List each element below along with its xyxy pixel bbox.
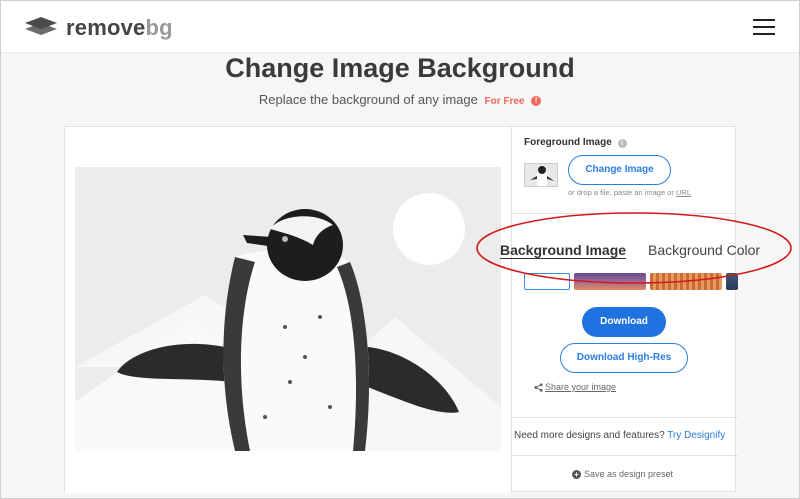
info-icon[interactable]: i (617, 139, 627, 148)
subtitle: Replace the background of any image For … (0, 92, 800, 107)
url-link[interactable]: URL (676, 188, 691, 197)
info-icon[interactable]: ! (531, 96, 542, 106)
share-label: Share your image (545, 382, 617, 392)
divider (512, 455, 738, 456)
top-header: removebg (1, 1, 799, 53)
logo-layers-icon (25, 17, 57, 35)
image-preview (75, 167, 501, 451)
penguin-image (75, 167, 501, 451)
logo-text: removebg (66, 15, 173, 40)
background-swatch[interactable] (574, 273, 646, 290)
download-button[interactable]: Download (582, 307, 666, 337)
tab-background-image[interactable]: Background Image (500, 242, 626, 258)
plus-circle-icon: + (572, 469, 581, 479)
background-swatch[interactable] (650, 273, 722, 290)
drop-hint: or drop a file, paste an image or URL (568, 188, 692, 197)
subtitle-text: Replace the background of any image (258, 92, 478, 107)
logo[interactable]: removebg (25, 15, 173, 41)
canvas-area (65, 127, 511, 493)
editor-card: Foreground Image i Change Image or drop … (64, 126, 760, 493)
background-swatch-none[interactable] (524, 273, 570, 290)
divider (512, 417, 738, 418)
background-swatch[interactable] (726, 273, 738, 290)
preset-label: Save as design preset (584, 469, 674, 479)
save-design-preset[interactable]: + Save as design preset (572, 469, 673, 479)
try-designify-link[interactable]: Try Designify (667, 430, 725, 441)
share-link[interactable]: Share your image (534, 382, 616, 392)
foreground-thumbnail[interactable] (524, 163, 558, 187)
share-icon (534, 382, 543, 392)
for-free-label: For Free (484, 96, 525, 107)
more-features-text: Need more designs and features? Try Desi… (514, 430, 726, 441)
tab-background-color[interactable]: Background Color (648, 242, 760, 258)
hamburger-menu-icon[interactable] (753, 19, 775, 35)
side-panel: Foreground Image i Change Image or drop … (500, 127, 760, 493)
change-image-button[interactable]: Change Image (568, 155, 671, 185)
divider (512, 213, 738, 214)
download-high-res-button[interactable]: Download High-Res (560, 343, 688, 373)
page-title: Change Image Background (225, 53, 575, 83)
foreground-label: Foreground Image i (524, 137, 627, 148)
